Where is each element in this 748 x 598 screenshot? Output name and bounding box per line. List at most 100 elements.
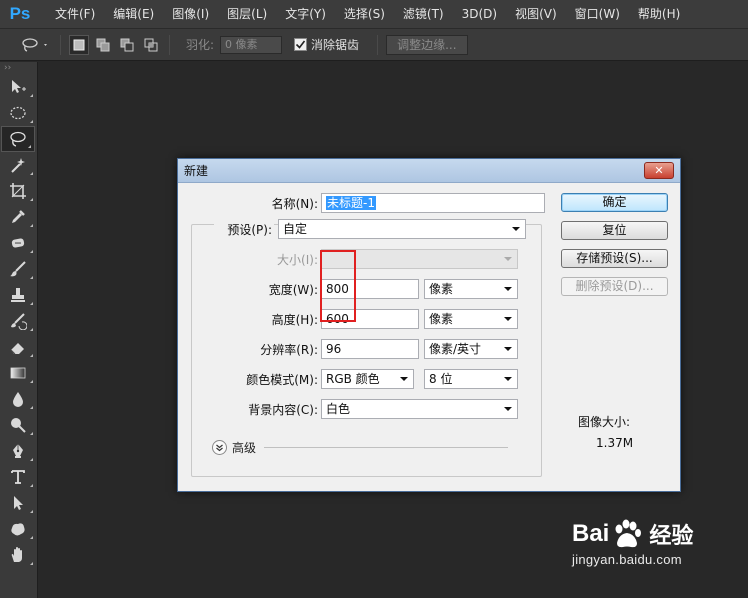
baidu-jingyan-watermark: Bai 经验 jingyan.baidu.com bbox=[572, 518, 732, 582]
tool-group-indicator bbox=[30, 328, 33, 331]
chevron-down-icon bbox=[504, 257, 512, 261]
chevron-down-icon bbox=[504, 287, 512, 291]
menu-filter[interactable]: 滤镜(T) bbox=[394, 0, 453, 29]
eyedropper-tool[interactable] bbox=[0, 204, 36, 230]
new-document-dialog: 新建 ✕ 名称(N): 未标题-1 预设(P): 自定 大小(I): 宽度(W)… bbox=[177, 158, 681, 492]
height-label: 高度(H): bbox=[271, 313, 318, 327]
antialias-checkbox[interactable]: 消除锯齿 bbox=[294, 36, 359, 53]
toolbox: ›› bbox=[0, 62, 38, 598]
hand-tool[interactable] bbox=[0, 542, 36, 568]
tool-group-indicator bbox=[30, 250, 33, 253]
options-divider bbox=[377, 34, 379, 55]
magic-wand-tool[interactable] bbox=[0, 152, 36, 178]
intersect-selection-button[interactable] bbox=[141, 35, 161, 55]
watermark-logo-left: Bai bbox=[572, 520, 610, 547]
image-size-value: 1.37M bbox=[596, 436, 634, 450]
gradient-tool[interactable] bbox=[0, 360, 36, 386]
image-size-label: 图像大小: bbox=[578, 415, 631, 429]
custom-shape-tool[interactable] bbox=[0, 516, 36, 542]
tool-group-indicator bbox=[30, 354, 33, 357]
options-divider bbox=[169, 34, 170, 55]
dialog-titlebar[interactable]: 新建 ✕ bbox=[178, 159, 680, 183]
crop-icon bbox=[10, 183, 26, 199]
tool-group-indicator bbox=[30, 120, 33, 123]
bit-depth-value: 8 位 bbox=[429, 372, 453, 386]
background-select[interactable]: 白色 bbox=[321, 399, 518, 419]
brush-tool[interactable] bbox=[0, 256, 36, 282]
elliptical-marquee-tool[interactable] bbox=[0, 100, 36, 126]
advanced-toggle-row[interactable]: 高级 bbox=[212, 439, 256, 456]
menu-help[interactable]: 帮助(H) bbox=[629, 0, 689, 29]
bit-depth-select[interactable]: 8 位 bbox=[424, 369, 518, 389]
add-to-selection-button[interactable] bbox=[93, 35, 113, 55]
blur-tool[interactable] bbox=[0, 386, 36, 412]
close-icon: ✕ bbox=[654, 164, 664, 177]
menu-view[interactable]: 视图(V) bbox=[506, 0, 566, 29]
eraser-icon bbox=[10, 343, 24, 355]
tool-group-indicator bbox=[28, 145, 31, 148]
name-label: 名称(N): bbox=[271, 197, 318, 211]
watermark-logo: Bai 经验 bbox=[572, 518, 732, 550]
menu-layer[interactable]: 图层(L) bbox=[218, 0, 276, 29]
tool-preset-picker[interactable] bbox=[18, 35, 52, 55]
history-brush-tool[interactable] bbox=[0, 308, 36, 334]
background-value: 白色 bbox=[326, 402, 351, 416]
height-unit-select[interactable]: 像素 bbox=[424, 309, 518, 329]
menu-select[interactable]: 选择(S) bbox=[335, 0, 394, 29]
color-mode-label: 颜色模式(M): bbox=[246, 373, 318, 387]
dodge-tool[interactable] bbox=[0, 412, 36, 438]
gradient-icon bbox=[10, 367, 26, 379]
pen-tool[interactable] bbox=[0, 438, 36, 464]
save-preset-button[interactable]: 存储预设(S)... bbox=[561, 249, 668, 268]
menu-3d[interactable]: 3D(D) bbox=[453, 0, 506, 29]
color-mode-value: RGB 颜色 bbox=[326, 372, 380, 386]
preset-select[interactable]: 自定 bbox=[278, 219, 526, 239]
pen-nib-icon bbox=[13, 444, 23, 458]
menu-bar: Ps 文件(F) 编辑(E) 图像(I) 图层(L) 文字(Y) 选择(S) 滤… bbox=[0, 0, 748, 29]
elliptical-marquee-icon bbox=[10, 106, 26, 120]
resolution-input[interactable]: 96 bbox=[321, 339, 419, 359]
advanced-divider bbox=[264, 447, 508, 448]
ok-button[interactable]: 确定 bbox=[561, 193, 668, 212]
menu-window[interactable]: 窗口(W) bbox=[566, 0, 629, 29]
water-drop-icon bbox=[13, 392, 23, 407]
subtract-from-selection-button[interactable] bbox=[117, 35, 137, 55]
lasso-tool[interactable] bbox=[1, 126, 35, 152]
annotation-highlight-box bbox=[320, 250, 356, 322]
tool-group-indicator bbox=[30, 536, 33, 539]
close-button[interactable]: ✕ bbox=[644, 162, 674, 179]
add-selection-icon bbox=[96, 38, 110, 51]
menu-type[interactable]: 文字(Y) bbox=[276, 0, 335, 29]
crop-tool[interactable] bbox=[0, 178, 36, 204]
type-tool[interactable] bbox=[0, 464, 36, 490]
path-selection-tool[interactable] bbox=[0, 490, 36, 516]
menu-file[interactable]: 文件(F) bbox=[46, 0, 104, 29]
eraser-tool[interactable] bbox=[0, 334, 36, 360]
checkbox-checked-icon bbox=[294, 38, 308, 51]
tool-group-indicator bbox=[30, 562, 33, 565]
name-input[interactable]: 未标题-1 bbox=[321, 193, 545, 213]
history-brush-icon bbox=[11, 313, 27, 330]
toolbox-collapse-grip[interactable]: ›› bbox=[0, 62, 37, 74]
delete-preset-button[interactable]: 删除预设(D)... bbox=[561, 277, 668, 296]
move-tool[interactable] bbox=[0, 74, 36, 100]
lasso-icon bbox=[22, 37, 47, 52]
tool-group-indicator bbox=[30, 484, 33, 487]
refine-edge-button[interactable]: 调整边缘... bbox=[386, 34, 468, 55]
subtract-selection-icon bbox=[120, 38, 134, 51]
chevron-down-icon bbox=[400, 377, 408, 381]
reset-button[interactable]: 复位 bbox=[561, 221, 668, 240]
width-label: 宽度(W): bbox=[268, 283, 318, 297]
tool-group-indicator bbox=[30, 224, 33, 227]
spot-healing-tool[interactable] bbox=[0, 230, 36, 256]
clone-stamp-tool[interactable] bbox=[0, 282, 36, 308]
width-unit-select[interactable]: 像素 bbox=[424, 279, 518, 299]
path-arrow-icon bbox=[14, 496, 23, 510]
resolution-unit-select[interactable]: 像素/英寸 bbox=[424, 339, 518, 359]
menu-edit[interactable]: 编辑(E) bbox=[104, 0, 163, 29]
feather-input[interactable]: 0 像素 bbox=[220, 35, 283, 54]
dialog-title: 新建 bbox=[184, 164, 209, 178]
color-mode-select[interactable]: RGB 颜色 bbox=[321, 369, 414, 389]
menu-image[interactable]: 图像(I) bbox=[163, 0, 218, 29]
new-selection-button[interactable] bbox=[69, 34, 89, 55]
